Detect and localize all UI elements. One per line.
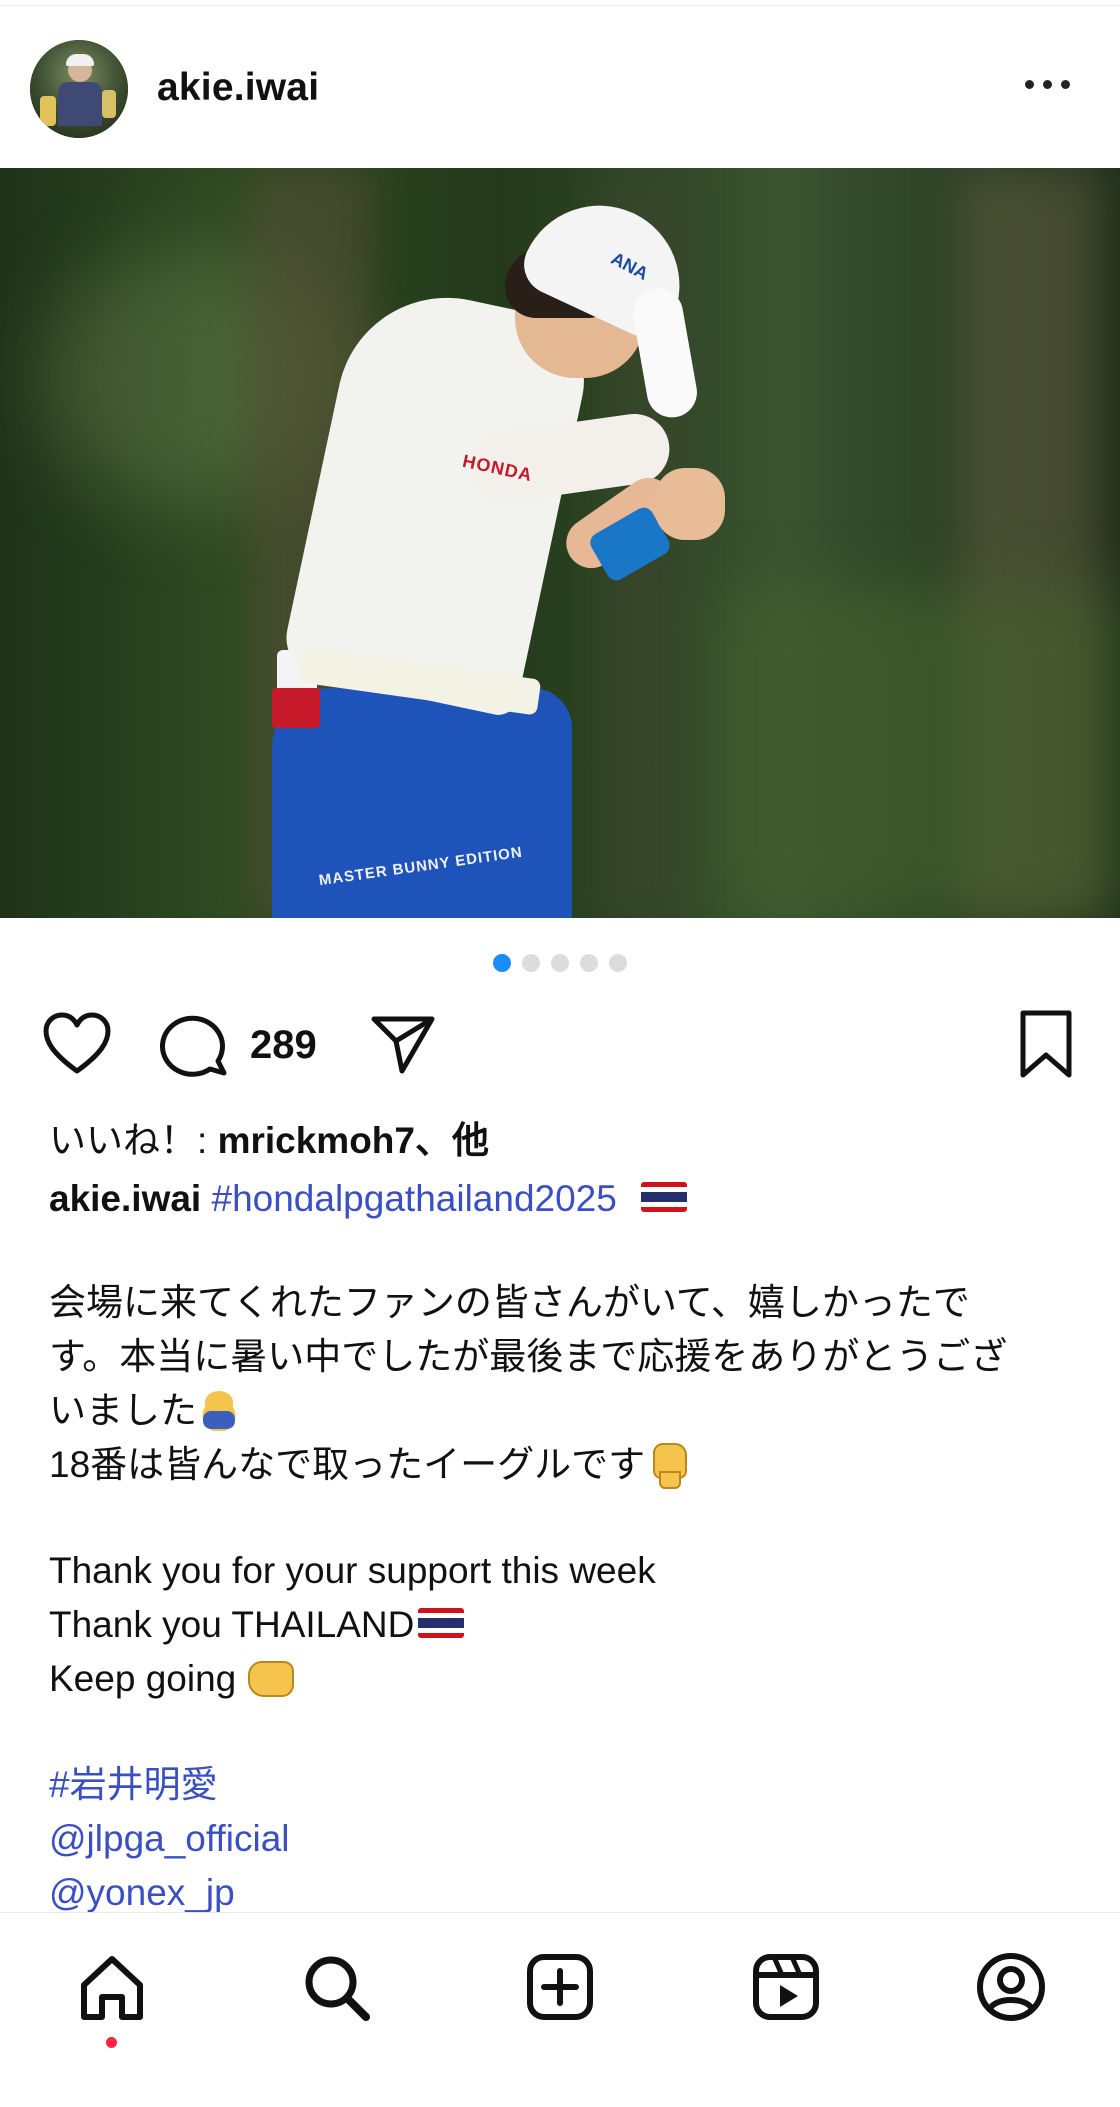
- bookmark-icon[interactable]: [1015, 1009, 1077, 1081]
- carousel-dot: [522, 954, 540, 972]
- caption-en-line: Thank you for your support this week: [49, 1550, 656, 1591]
- caption-header: akie.iwai #hondalpgathailand2025: [49, 1172, 1079, 1226]
- caption-en-line: Keep going: [49, 1658, 237, 1699]
- comment-count[interactable]: 289: [250, 1023, 317, 1068]
- more-options-icon[interactable]: [1025, 72, 1081, 96]
- thailand-flag-emoji: [641, 1182, 688, 1213]
- caption-jp-line: 会場に来てくれたファンの皆さんがいて、嬉しかったで: [49, 1282, 970, 1323]
- caption-japanese: 会場に来てくれたファンの皆さんがいて、嬉しかったで す。本当に暑い中でしたが最後…: [49, 1276, 1079, 1492]
- caption-jp-line: す。本当に暑い中でしたが最後まで応援をありがとうござ: [49, 1336, 1008, 1377]
- search-icon[interactable]: [300, 1951, 372, 2023]
- oncoming-fist-emoji: [246, 1657, 295, 1698]
- post-header: akie.iwai: [0, 10, 1120, 158]
- caption-jp-line: いました: [49, 1390, 197, 1431]
- raised-fist-emoji: [645, 1439, 689, 1490]
- top-divider: [0, 0, 1120, 6]
- post-caption: いいね！: mrickmoh7、他 akie.iwai #hondalpgath…: [49, 1114, 1079, 1920]
- carousel-dot-active: [493, 954, 511, 972]
- create-icon[interactable]: [524, 1951, 596, 2023]
- reels-icon[interactable]: [750, 1951, 822, 2023]
- likes-prefix: いいね！:: [49, 1120, 218, 1161]
- caption-mention[interactable]: @jlpga_official: [49, 1812, 1079, 1866]
- carousel-dot: [580, 954, 598, 972]
- bowing-person-emoji: [197, 1387, 241, 1432]
- heart-icon[interactable]: [42, 1011, 112, 1077]
- notification-dot: [106, 2037, 117, 2048]
- carousel-dot: [551, 954, 569, 972]
- bottom-nav: [0, 1912, 1120, 2107]
- caption-english: Thank you for your support this week Tha…: [49, 1544, 1079, 1706]
- profile-icon[interactable]: [975, 1951, 1047, 2023]
- carousel-dot: [609, 954, 627, 972]
- post-photo[interactable]: HONDA ANA MASTER BUNNY EDITION: [0, 168, 1120, 918]
- comment-icon[interactable]: [160, 1011, 230, 1077]
- caption-hashtag-jp[interactable]: #岩井明愛: [49, 1758, 1079, 1812]
- thailand-flag-emoji: [418, 1608, 465, 1639]
- likes-user[interactable]: mrickmoh7、他: [218, 1120, 489, 1161]
- home-icon[interactable]: [76, 1951, 148, 2023]
- avatar[interactable]: [30, 40, 128, 138]
- golfer-figure: HONDA ANA MASTER BUNNY EDITION: [0, 168, 1120, 918]
- caption-username[interactable]: akie.iwai: [49, 1178, 201, 1219]
- action-bar: 289: [0, 1005, 1120, 1085]
- share-icon[interactable]: [368, 1011, 438, 1077]
- caption-jp-line: 18番は皆んなで取ったイーグルです: [49, 1444, 646, 1485]
- carousel-indicator: [0, 954, 1120, 972]
- post-username[interactable]: akie.iwai: [157, 66, 319, 110]
- caption-tags: #岩井明愛 @jlpga_official @yonex_jp: [49, 1758, 1079, 1920]
- caption-en-line: Thank you THAILAND: [49, 1604, 415, 1645]
- likes-line[interactable]: いいね！: mrickmoh7、他: [49, 1114, 1079, 1172]
- caption-hashtag[interactable]: #hondalpgathailand2025: [212, 1178, 617, 1219]
